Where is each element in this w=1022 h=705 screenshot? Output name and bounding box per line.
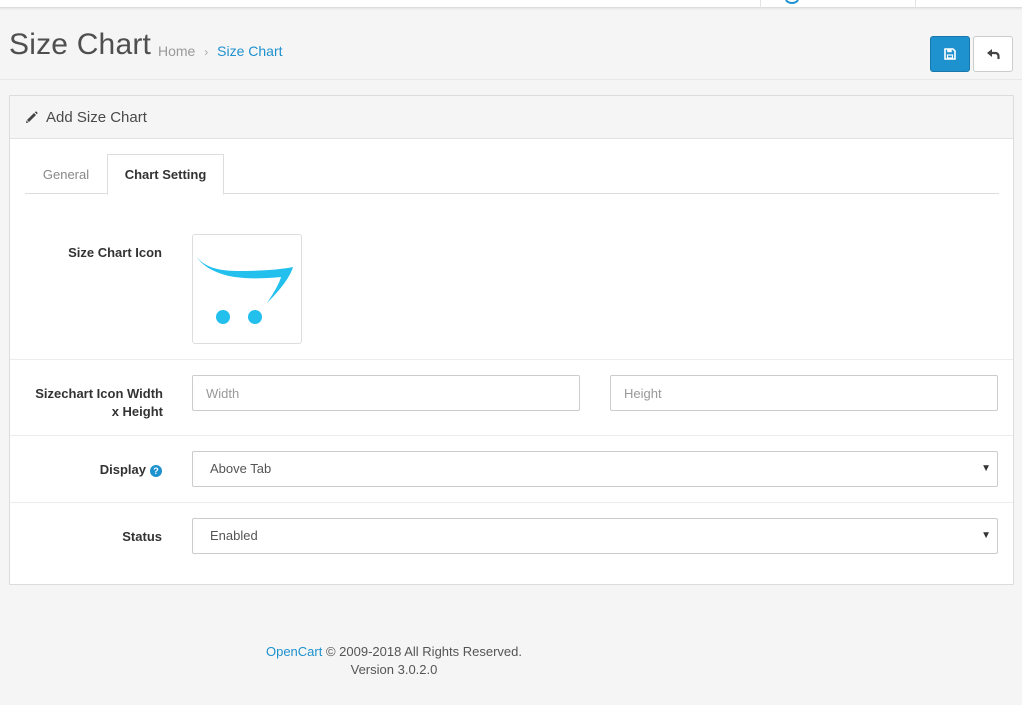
page-header: Size Chart Home › Size Chart	[0, 8, 1022, 80]
save-button[interactable]	[930, 36, 970, 72]
status-select[interactable]: Enabled ▼	[192, 518, 998, 554]
status-select-value: Enabled	[210, 528, 258, 543]
size-chart-icon-thumbnail[interactable]	[192, 234, 302, 344]
opencart-link[interactable]: OpenCart	[266, 644, 322, 659]
breadcrumb-current[interactable]: Size Chart	[217, 43, 282, 59]
row-divider	[10, 359, 1013, 360]
tab-bar: General Chart Setting	[25, 154, 999, 195]
footer-version: Version 3.0.2.0	[350, 662, 438, 677]
status-label: Status	[122, 529, 162, 544]
display-label: Display	[99, 462, 146, 477]
panel-heading: Add Size Chart	[10, 96, 1013, 139]
height-input[interactable]	[624, 376, 997, 410]
tab-chart-setting[interactable]: Chart Setting	[107, 154, 224, 195]
pencil-icon	[26, 110, 38, 123]
navbar-divider	[760, 0, 761, 8]
dropdown-arrow-icon: ▼	[981, 530, 991, 541]
reply-icon	[987, 49, 1000, 59]
opencart-logo-icon	[197, 257, 293, 324]
dropdown-arrow-icon: ▼	[981, 463, 991, 474]
display-select[interactable]: Above Tab ▼	[192, 451, 998, 487]
width-field[interactable]	[192, 375, 580, 411]
row-divider	[10, 502, 1013, 503]
page-title: Size Chart	[9, 28, 152, 61]
tab-general[interactable]: General	[25, 154, 107, 194]
breadcrumb-separator: ›	[204, 45, 209, 59]
icon-size-label: Sizechart Icon Width x Height	[22, 385, 163, 421]
row-divider	[10, 435, 1013, 436]
help-icon[interactable]: ?	[150, 464, 162, 477]
breadcrumb-home[interactable]: Home	[158, 43, 195, 59]
footer-copyright-line: OpenCart © 2009-2018 All Rights Reserved…	[194, 643, 594, 661]
icon-size-label-line2: x Height	[111, 404, 163, 419]
navbar-divider	[915, 0, 916, 8]
breadcrumb: Home › Size Chart	[158, 43, 283, 59]
size-chart-icon-label: Size Chart Icon	[68, 245, 162, 260]
display-select-value: Above Tab	[210, 461, 272, 476]
back-button[interactable]	[973, 36, 1013, 72]
panel-title: Add Size Chart	[46, 108, 147, 126]
top-navbar	[0, 0, 1022, 8]
width-input[interactable]	[206, 376, 579, 410]
height-field[interactable]	[610, 375, 998, 411]
footer: OpenCart © 2009-2018 All Rights Reserved…	[194, 643, 594, 679]
save-icon	[944, 48, 956, 60]
display-label-wrap: Display?	[30, 461, 162, 479]
footer-copyright: © 2009-2018 All Rights Reserved.	[325, 644, 523, 659]
icon-size-label-line1: Sizechart Icon Width	[35, 386, 163, 401]
size-chart-panel: Add Size Chart General Chart Setting Siz…	[9, 95, 1014, 585]
user-avatar-icon[interactable]	[785, 0, 799, 4]
